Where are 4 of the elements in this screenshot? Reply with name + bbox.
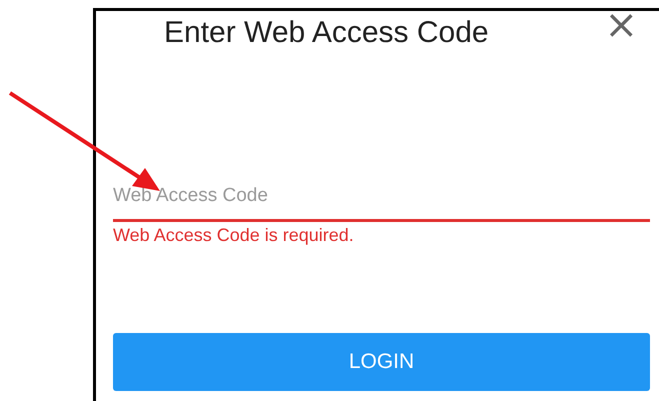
dialog-title: Enter Web Access Code — [164, 16, 489, 50]
close-button[interactable]: × — [592, 11, 650, 39]
error-message: Web Access Code is required. — [113, 225, 355, 246]
login-button[interactable]: LOGIN — [113, 333, 650, 391]
